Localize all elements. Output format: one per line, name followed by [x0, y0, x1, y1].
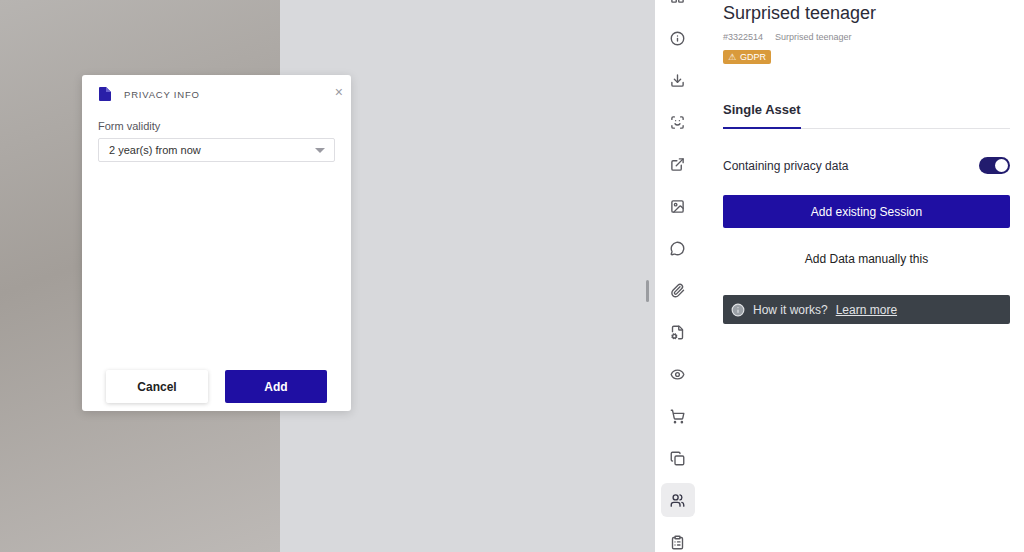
toolbar-item[interactable]: [657, 185, 699, 227]
toolbar-item[interactable]: [657, 143, 699, 185]
paperclip-icon: [670, 283, 685, 298]
validity-select[interactable]: 2 year(s) from now: [98, 138, 335, 162]
info-text: How it works?: [753, 303, 828, 317]
toolbar-item[interactable]: [657, 479, 699, 521]
users-icon: [670, 493, 685, 508]
toolbar-item[interactable]: [657, 437, 699, 479]
privacy-toggle[interactable]: [979, 157, 1010, 174]
caret-icon: [315, 148, 325, 153]
scan-face-icon: [670, 115, 685, 130]
comment-icon: [670, 241, 685, 256]
copy-icon: [670, 451, 685, 466]
cancel-button[interactable]: Cancel: [106, 370, 208, 403]
asset-viewer: PRIVACY INFO × Form validity 2 year(s) from…: [0, 0, 655, 552]
side-toolbar: [655, 0, 700, 552]
toolbar-item[interactable]: [657, 227, 699, 269]
asset-page: PRIVACY INFO × Form validity 2 year(s) from…: [0, 0, 1024, 552]
modal-body: Form validity 2 year(s) from now: [82, 101, 351, 370]
gdpr-badge: ⚠GDPR: [723, 50, 771, 64]
document-icon: [99, 87, 111, 101]
grid-icon: [670, 0, 685, 4]
warning-icon: ⚠: [728, 52, 736, 62]
file-settings-icon: [670, 325, 685, 340]
privacy-info-modal: PRIVACY INFO × Form validity 2 year(s) from…: [82, 75, 351, 411]
tab[interactable]: Single Asset: [723, 98, 801, 129]
add-manually-button[interactable]: Add Data manually this: [723, 242, 1010, 276]
privacy-label: Containing privacy data: [723, 159, 848, 173]
asset-id: #3322514: [723, 32, 763, 42]
clipboard-icon: [670, 535, 685, 550]
info-icon: [731, 303, 745, 317]
toolbar-item[interactable]: [657, 311, 699, 353]
image-icon: [670, 199, 685, 214]
asset-subtitle: Surprised teenager: [775, 32, 852, 42]
cart-icon: [670, 409, 685, 424]
asset-meta: #3322514 Surprised teenager: [723, 32, 1010, 42]
details-panel: Surprised teenager #3322514 Surprised teen…: [700, 0, 1024, 552]
toolbar-item[interactable]: [657, 395, 699, 437]
toolbar-item[interactable]: [657, 17, 699, 59]
tab-bar: Single Asset: [723, 98, 1010, 129]
toolbar-item[interactable]: [657, 353, 699, 395]
resize-handle[interactable]: [646, 280, 649, 302]
toolbar-item[interactable]: [657, 521, 699, 552]
eye-icon: [670, 367, 685, 382]
info-icon: [670, 31, 685, 46]
toolbar-item[interactable]: [657, 269, 699, 311]
close-button[interactable]: ×: [333, 83, 345, 101]
learn-more-link[interactable]: Learn more: [836, 303, 897, 317]
privacy-row: Containing privacy data: [723, 157, 1010, 174]
modal-title: PRIVACY INFO: [124, 89, 200, 100]
modal-header: PRIVACY INFO ×: [82, 75, 351, 101]
asset-title: Surprised teenager: [723, 2, 1010, 24]
modal-footer: Cancel Add: [82, 370, 351, 411]
add-session-button[interactable]: Add existing Session: [723, 195, 1010, 228]
toolbar-item[interactable]: [657, 101, 699, 143]
toolbar-item[interactable]: [657, 0, 699, 17]
add-button[interactable]: Add: [225, 370, 327, 403]
download-icon: [670, 73, 685, 88]
info-bar: How it works? Learn more: [723, 295, 1010, 324]
field-label: Form validity: [98, 120, 335, 132]
toolbar-item[interactable]: [657, 59, 699, 101]
external-link-icon: [670, 157, 685, 172]
